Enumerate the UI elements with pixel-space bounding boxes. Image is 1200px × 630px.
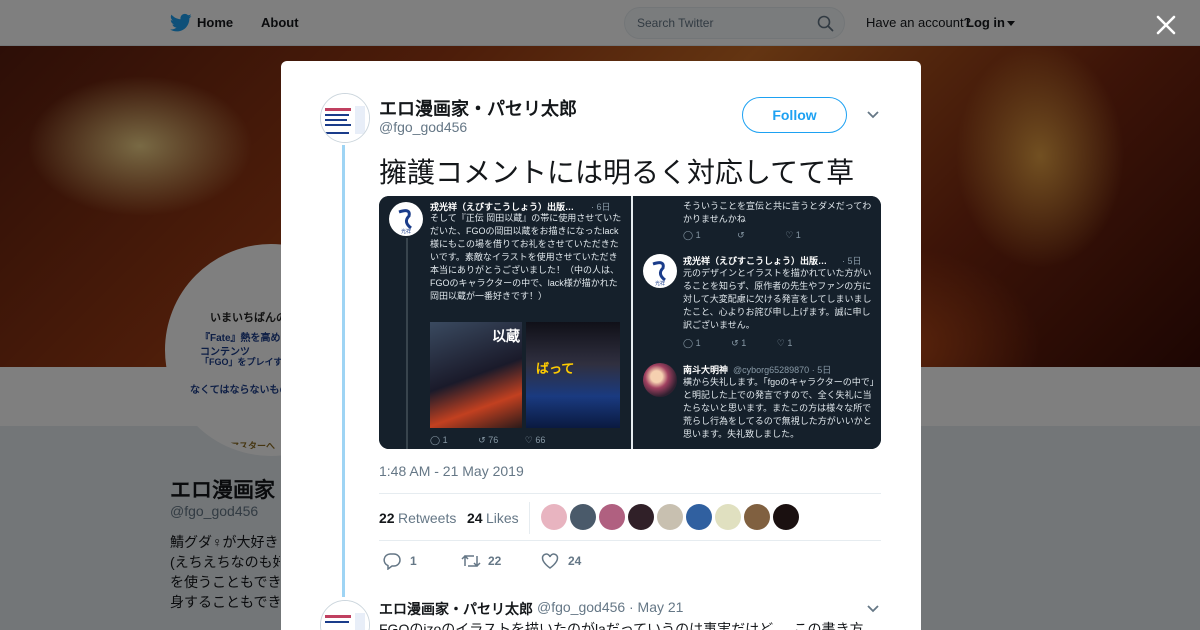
mini-meta: @cyborg65289870 · 5日 — [733, 365, 832, 375]
mini-reply-icon: ◯ — [430, 435, 441, 445]
mini-meta: · 5日 — [842, 256, 862, 266]
mini-retweet-icon: ↺ — [731, 338, 739, 348]
mini-like-icon: ♡ — [776, 338, 785, 348]
follow-button[interactable]: Follow — [742, 97, 847, 133]
thread-connector-line — [342, 145, 345, 597]
liker-avatar[interactable] — [541, 504, 567, 530]
likes-label[interactable]: Likes — [486, 510, 519, 526]
tweet-text: 擁護コメントには明るく対応してて草 — [379, 157, 855, 188]
mini-stats: ◯ 1 ↺ 1 ♡ 1 — [683, 338, 792, 349]
liker-avatar[interactable] — [628, 504, 654, 530]
retweets-count[interactable]: 22 — [379, 510, 395, 526]
liker-avatar[interactable] — [570, 504, 596, 530]
reply-text: FGOのizoのイラストを描いたのがlaだっていうのは事実だけど、、この書き方 — [379, 621, 864, 630]
liker-avatar[interactable] — [773, 504, 799, 530]
mini-like-icon: ♡ — [785, 230, 794, 240]
mini-like-count: 1 — [787, 338, 793, 348]
reply-author-name[interactable]: エロ漫画家・パセリ太郎 — [379, 599, 533, 619]
mini-stats: ◯ 1 ↺ ♡ 1 — [683, 230, 801, 241]
tweet-stats-row: 22 Retweets 24 Likes — [379, 493, 881, 541]
mini-image-text: 以蔵 — [492, 328, 520, 344]
mini-image-book-cover: 以蔵 — [430, 322, 522, 428]
mini-reply-icon: ◯ — [683, 338, 694, 348]
media-right-pane: そういうことを宣伝と共に言うとダメだってわかりませんかね ◯ 1 ↺ ♡ 1 光… — [633, 196, 881, 449]
mini-thread-line — [406, 238, 408, 449]
mini-tweet-text: 横から失礼します。「fgoのキャラクターの中で」と明記した上での発言ですので、全… — [683, 377, 875, 439]
reply-author-avatar[interactable] — [320, 600, 370, 630]
liker-avatar[interactable] — [657, 504, 683, 530]
mini-retweet-count: 1 — [741, 338, 747, 348]
mini-avatar — [643, 363, 677, 397]
likes-count[interactable]: 24 — [467, 510, 483, 526]
chevron-down-icon[interactable] — [866, 109, 880, 121]
mini-reply-count: 1 — [695, 230, 701, 240]
tweet-timestamp[interactable]: 1:48 AM - 21 May 2019 — [379, 463, 524, 479]
mini-author-name: 南斗大明神 — [683, 365, 729, 375]
mini-retweet-icon: ↺ — [478, 435, 486, 445]
avatar-image — [321, 601, 369, 630]
svg-text:光祥: 光祥 — [655, 280, 665, 287]
mini-like-count: 1 — [795, 230, 801, 240]
mini-reply-icon: ◯ — [683, 230, 694, 240]
mini-like-count: 66 — [535, 435, 546, 445]
mini-author-name: 戎光祥（えびすこうしょう）出版… — [683, 256, 828, 266]
reply-icon — [383, 553, 401, 570]
liker-avatar[interactable] — [715, 504, 741, 530]
mini-avatar: 光祥 — [643, 254, 677, 288]
retweet-count: 22 — [488, 554, 502, 568]
avatar-image — [321, 94, 369, 142]
mini-like-icon: ♡ — [524, 435, 533, 445]
like-count: 24 — [568, 554, 582, 568]
mini-stats: ◯ 1 ↺ 76 ♡ 66 — [430, 435, 545, 446]
mini-tweet-text: 元のデザインとイラストを描かれていた方がいることを知らず、原作者の先生やファンの… — [683, 268, 872, 330]
chevron-down-icon[interactable] — [866, 603, 880, 615]
author-handle[interactable]: @fgo_god456 — [379, 119, 467, 135]
mini-retweet-icon: ↺ — [737, 230, 745, 240]
liker-avatar[interactable] — [599, 504, 625, 530]
mini-tweet-text: そして『正伝 岡田以蔵』の帯に使用させていただいた、FGOの岡田以蔵をお描きにな… — [430, 213, 622, 301]
mini-avatar: 光祥 — [389, 202, 423, 236]
mini-retweet-count: 76 — [488, 435, 499, 445]
svg-text:光祥: 光祥 — [401, 228, 411, 235]
heart-icon — [541, 553, 559, 569]
liker-avatar[interactable] — [744, 504, 770, 530]
tweet-modal: エロ漫画家・パセリ太郎 @fgo_god456 Follow 擁護コメントには明… — [281, 61, 921, 630]
stats-divider — [529, 502, 530, 534]
close-icon[interactable] — [1155, 14, 1177, 36]
mini-tweet-text: そういうことを宣伝と共に言うとダメだってわかりませんかね — [683, 201, 872, 224]
reply-date[interactable]: · May 21 — [629, 599, 683, 615]
reply-count: 1 — [410, 554, 417, 568]
tweet-media-image[interactable]: 光祥 戎光祥（えびすこうしょう）出版… · 6日 そして『正伝 岡田以蔵』の帯に… — [379, 196, 881, 449]
mini-image-text: ばって — [536, 361, 575, 376]
author-name[interactable]: エロ漫画家・パセリ太郎 — [379, 95, 577, 121]
mini-image-book-cover: ばって — [526, 322, 620, 428]
liker-avatar[interactable] — [686, 504, 712, 530]
retweet-icon — [461, 554, 481, 568]
tweet-actions: 1 22 24 — [379, 551, 881, 571]
media-left-pane: 光祥 戎光祥（えびすこうしょう）出版… · 6日 そして『正伝 岡田以蔵』の帯に… — [379, 196, 631, 449]
reply-author-handle[interactable]: @fgo_god456 — [537, 599, 625, 615]
retweets-label[interactable]: Retweets — [398, 510, 456, 526]
mini-reply-count: 1 — [695, 338, 701, 348]
author-avatar[interactable] — [320, 93, 370, 143]
mini-reply-count: 1 — [442, 435, 448, 445]
